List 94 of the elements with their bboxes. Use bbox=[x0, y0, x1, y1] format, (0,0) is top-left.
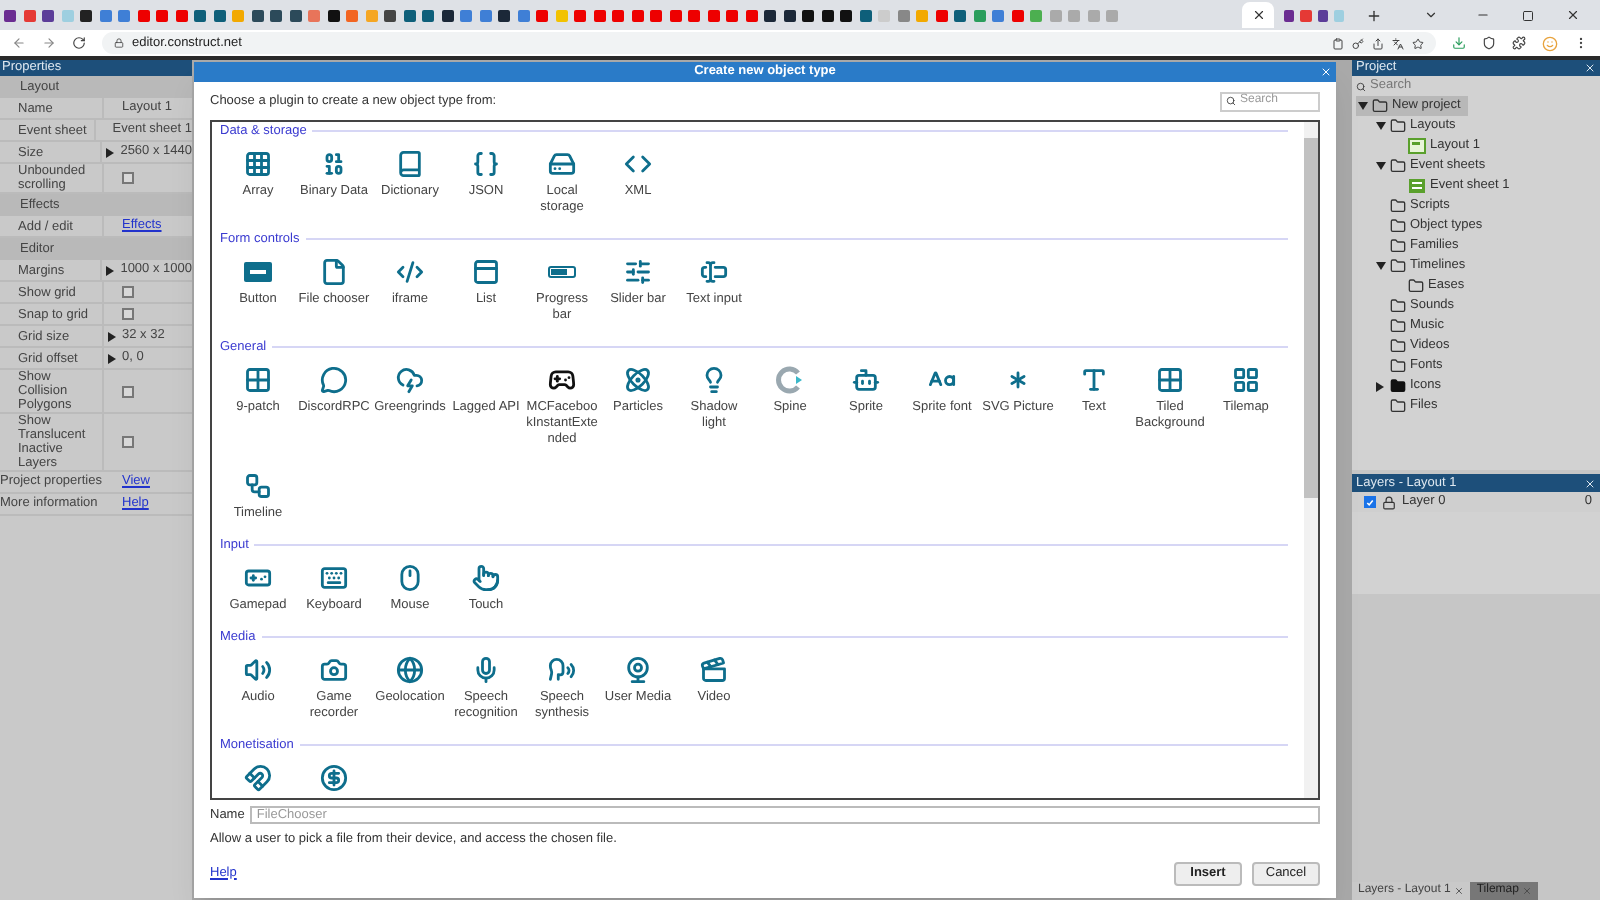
layout-icon bbox=[1408, 138, 1426, 154]
folder-icon bbox=[1390, 338, 1406, 354]
folder-icon bbox=[1408, 278, 1424, 294]
expanded-arrow-icon[interactable] bbox=[1375, 162, 1385, 170]
folder-icon bbox=[1390, 398, 1406, 414]
expand-arrow-icon[interactable] bbox=[108, 331, 116, 341]
folder-icon bbox=[1390, 378, 1406, 394]
expanded-arrow-icon[interactable] bbox=[1375, 262, 1385, 270]
new-tab-icon[interactable] bbox=[1366, 7, 1382, 23]
plugin-icon bbox=[396, 656, 424, 684]
folder-icon bbox=[1372, 98, 1388, 114]
folder-icon bbox=[1390, 238, 1406, 254]
tab-search-icon[interactable] bbox=[1424, 8, 1438, 22]
folder-icon bbox=[1390, 218, 1406, 234]
collapsed-arrow-icon[interactable] bbox=[1376, 381, 1384, 391]
menu-icon[interactable] bbox=[1574, 36, 1588, 50]
plugin-icon bbox=[1156, 366, 1184, 394]
plugin-icon bbox=[624, 150, 652, 178]
plugin-icon bbox=[472, 258, 500, 286]
expand-arrow-icon[interactable] bbox=[106, 147, 115, 157]
plugin-icon bbox=[244, 656, 272, 684]
event-sheet-icon bbox=[1408, 178, 1426, 194]
plugin-icon bbox=[244, 150, 272, 178]
search-icon bbox=[1226, 96, 1236, 106]
plugin-icon bbox=[396, 258, 424, 286]
progress-bar-icon bbox=[548, 266, 576, 278]
plugin-icon bbox=[244, 472, 272, 500]
extensions-icon[interactable] bbox=[1512, 36, 1526, 50]
plugin-icon bbox=[320, 764, 348, 792]
lock-icon[interactable] bbox=[1382, 495, 1396, 509]
search-icon bbox=[1356, 81, 1366, 91]
folder-icon bbox=[1390, 258, 1406, 274]
close-icon[interactable] bbox=[1251, 8, 1265, 22]
folder-icon bbox=[1390, 158, 1406, 174]
folder-icon bbox=[1390, 298, 1406, 314]
folder-icon bbox=[1390, 118, 1406, 134]
plugin-icon bbox=[320, 564, 348, 592]
folder-icon bbox=[1390, 198, 1406, 214]
plugin-icon bbox=[700, 656, 728, 684]
checkbox[interactable] bbox=[122, 172, 134, 184]
share-icon[interactable] bbox=[1372, 37, 1384, 49]
plugin-icon bbox=[624, 258, 652, 286]
plugin-icon bbox=[472, 564, 500, 592]
plugin-icon bbox=[700, 258, 728, 286]
plugin-icon bbox=[472, 150, 500, 178]
expand-arrow-icon[interactable] bbox=[106, 265, 115, 275]
expand-arrow-icon[interactable] bbox=[108, 353, 116, 363]
visibility-checkbox[interactable] bbox=[1364, 496, 1376, 508]
clipboard-icon[interactable] bbox=[1332, 37, 1344, 49]
plugin-icon bbox=[244, 764, 272, 792]
translate-icon[interactable] bbox=[1392, 37, 1404, 49]
plugin-icon bbox=[700, 366, 728, 394]
checkbox[interactable] bbox=[122, 385, 134, 397]
lock-icon bbox=[114, 38, 124, 48]
maximize-icon[interactable] bbox=[1522, 9, 1534, 21]
minimize-icon[interactable] bbox=[1476, 8, 1490, 22]
check-icon bbox=[1366, 497, 1374, 507]
key-icon[interactable] bbox=[1352, 37, 1364, 49]
plugin-icon bbox=[852, 366, 880, 394]
spine-logo-icon bbox=[776, 366, 804, 394]
profile-icon[interactable] bbox=[1542, 35, 1558, 51]
expanded-arrow-icon[interactable] bbox=[1357, 102, 1367, 110]
plugin-icon bbox=[320, 258, 348, 286]
button-icon bbox=[244, 262, 272, 282]
close-icon[interactable] bbox=[1566, 8, 1580, 22]
plugin-icon bbox=[548, 150, 576, 178]
folder-icon bbox=[1390, 358, 1406, 374]
checkbox[interactable] bbox=[122, 436, 134, 448]
checkbox[interactable] bbox=[122, 308, 134, 320]
plugin-icon bbox=[396, 150, 424, 178]
plugin-icon bbox=[472, 656, 500, 684]
plugin-icon bbox=[244, 564, 272, 592]
checkbox[interactable] bbox=[122, 286, 134, 298]
plugin-icon bbox=[548, 366, 576, 394]
bookmark-star-icon[interactable] bbox=[1412, 37, 1424, 49]
folder-icon bbox=[1390, 318, 1406, 334]
plugin-icon bbox=[396, 366, 424, 394]
back-icon[interactable] bbox=[12, 36, 26, 50]
reload-icon[interactable] bbox=[72, 36, 86, 50]
download-icon[interactable] bbox=[1452, 36, 1466, 50]
plugin-icon bbox=[1232, 366, 1260, 394]
expanded-arrow-icon[interactable] bbox=[1375, 122, 1385, 130]
plugin-icon bbox=[624, 366, 652, 394]
plugin-icon bbox=[320, 150, 348, 178]
scrollbar[interactable] bbox=[1304, 122, 1318, 798]
plugin-icon bbox=[396, 564, 424, 592]
plugin-icon bbox=[320, 366, 348, 394]
plugin-icon bbox=[624, 656, 652, 684]
plugin-icon bbox=[320, 656, 348, 684]
plugin-icon bbox=[1080, 366, 1108, 394]
forward-icon[interactable] bbox=[42, 36, 56, 50]
plugin-icon bbox=[244, 366, 272, 394]
plugin-icon bbox=[548, 656, 576, 684]
shield-icon[interactable] bbox=[1482, 36, 1496, 50]
